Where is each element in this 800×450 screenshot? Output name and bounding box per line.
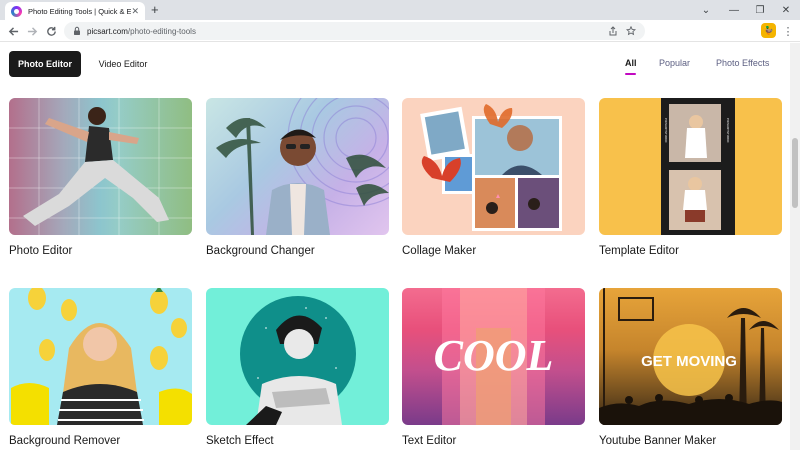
- template-editor-thumbnail: PICSARTSTUDIO PICSARTSTUDIO: [599, 98, 782, 235]
- tool-card-background-remover[interactable]: Background Remover: [9, 288, 192, 447]
- youtube-banner-maker-thumbnail: GET MOVING: [599, 288, 782, 425]
- reload-icon[interactable]: [42, 22, 60, 40]
- tool-card-background-changer[interactable]: Background Changer: [206, 98, 389, 257]
- sketch-effect-thumbnail: [206, 288, 389, 425]
- maximize-button[interactable]: ❐: [746, 0, 774, 20]
- tab-video-editor[interactable]: Video Editor: [90, 51, 156, 77]
- svg-text:PICSARTSTUDIO: PICSARTSTUDIO: [726, 118, 730, 143]
- tool-label: Text Editor: [402, 435, 457, 447]
- browser-menu-icon[interactable]: ⋮: [782, 22, 794, 40]
- browser-toolbar: picsart.com/photo-editing-tools: [0, 20, 800, 42]
- get-moving-art-text: GET MOVING: [641, 353, 737, 370]
- filter-active-indicator: [625, 73, 636, 75]
- background-changer-thumbnail: [206, 98, 389, 235]
- tab-title: Photo Editing Tools | Quick & Easy: [28, 6, 132, 16]
- page-content: Photo Editor Video Editor All Popular Ph…: [0, 43, 790, 450]
- minimize-button[interactable]: —: [720, 0, 748, 20]
- tool-label: Background Changer: [206, 245, 315, 257]
- text-editor-thumbnail: COOL: [402, 288, 585, 425]
- new-tab-button[interactable]: +: [151, 2, 159, 18]
- filter-photo-effects[interactable]: Photo Effects: [716, 58, 769, 68]
- tool-card-text-editor[interactable]: COOL Text Editor: [402, 288, 585, 447]
- tool-label: Collage Maker: [402, 245, 477, 257]
- bookmark-star-icon[interactable]: [624, 24, 638, 38]
- forward-arrow-icon[interactable]: [23, 22, 41, 40]
- tool-label: Template Editor: [599, 245, 679, 257]
- filter-popular[interactable]: Popular: [659, 58, 690, 68]
- browser-tab[interactable]: Photo Editing Tools | Quick & Easy ✕: [5, 2, 145, 20]
- tool-label: Youtube Banner Maker: [599, 435, 717, 447]
- background-remover-thumbnail: [9, 288, 192, 425]
- back-arrow-icon[interactable]: [4, 22, 22, 40]
- share-icon[interactable]: [606, 24, 620, 38]
- cool-art-text: COOL: [434, 331, 554, 380]
- browser-tabstrip: Photo Editing Tools | Quick & Easy ✕ + ⌄…: [0, 0, 800, 20]
- address-url: picsart.com/photo-editing-tools: [87, 26, 196, 36]
- svg-text:PICSARTSTUDIO: PICSARTSTUDIO: [664, 118, 668, 143]
- tab-close-icon[interactable]: ✕: [131, 6, 139, 16]
- close-window-button[interactable]: ✕: [772, 0, 800, 20]
- picsart-favicon-icon: [11, 5, 22, 17]
- collage-maker-thumbnail: [402, 98, 585, 235]
- tool-label: Background Remover: [9, 435, 121, 447]
- tool-card-template-editor[interactable]: PICSARTSTUDIO PICSARTSTUDIO Template Edi…: [599, 98, 782, 257]
- page-scrollbar[interactable]: [790, 43, 800, 450]
- tool-card-photo-editor[interactable]: Photo Editor: [9, 98, 192, 257]
- tool-card-youtube-banner-maker[interactable]: GET MOVING Youtube Banner Maker: [599, 288, 782, 447]
- tool-label: Photo Editor: [9, 245, 73, 257]
- tab-photo-editor[interactable]: Photo Editor: [9, 51, 81, 77]
- tool-card-collage-maker[interactable]: Collage Maker: [402, 98, 585, 257]
- lock-icon: [74, 26, 80, 35]
- tab-search-icon[interactable]: ⌄: [692, 0, 720, 20]
- extension-icon[interactable]: 🦆: [761, 23, 776, 38]
- tool-card-sketch-effect[interactable]: Sketch Effect: [206, 288, 389, 447]
- photo-editor-thumbnail: [9, 98, 192, 235]
- filter-all[interactable]: All: [625, 58, 637, 68]
- tool-label: Sketch Effect: [206, 435, 274, 447]
- address-bar[interactable]: picsart.com/photo-editing-tools: [64, 22, 645, 40]
- scrollbar-thumb[interactable]: [792, 138, 798, 208]
